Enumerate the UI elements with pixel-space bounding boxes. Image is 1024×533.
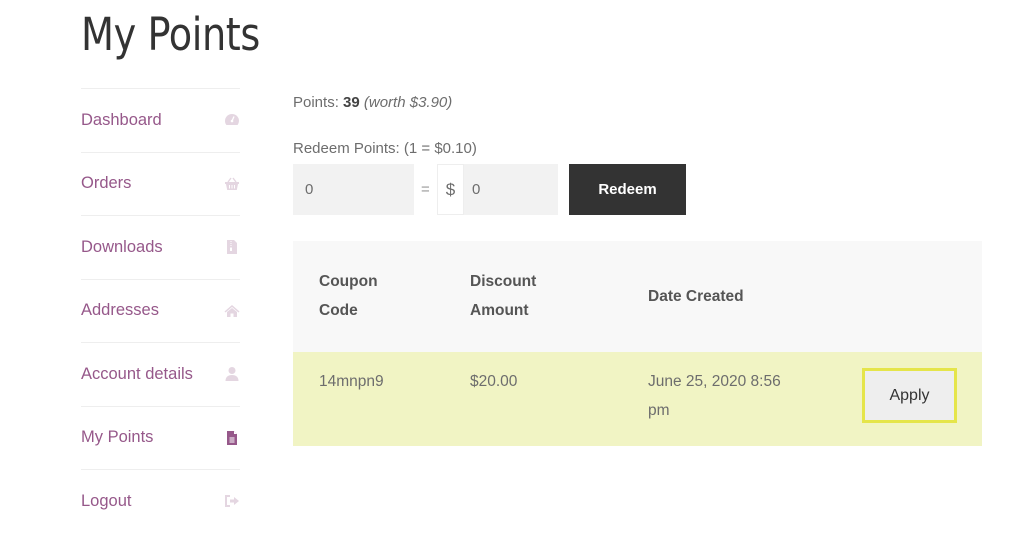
table-row: 14mnpn9 $20.00 June 25, 2020 8:56 pm App…: [293, 352, 982, 446]
redeem-label: Redeem Points: (1 = $0.10): [293, 140, 477, 157]
date-created: June 25, 2020 8:56 pm: [648, 367, 781, 425]
header-discount-amount: Discount Amount: [470, 267, 536, 325]
currency-symbol: $: [437, 164, 464, 215]
date-line: pm: [648, 402, 670, 419]
apply-coupon-button[interactable]: Apply: [862, 368, 957, 423]
redeem-amount-input[interactable]: [464, 164, 558, 215]
page-title: My Points: [81, 8, 260, 61]
nav-label: Addresses: [81, 301, 159, 320]
nav-label: Downloads: [81, 237, 163, 256]
nav-item-orders[interactable]: Orders: [81, 151, 240, 216]
header-line: Code: [319, 302, 358, 319]
redeem-button[interactable]: Redeem: [569, 164, 686, 215]
points-label: Points:: [293, 94, 339, 111]
nav-label: My Points: [81, 428, 154, 447]
points-worth: (worth $3.90): [363, 94, 453, 111]
nav-item-dashboard[interactable]: Dashboard: [81, 88, 240, 152]
coupon-code: 14mnpn9: [319, 373, 384, 390]
nav-label: Logout: [81, 491, 132, 510]
equals-sign: =: [421, 181, 430, 198]
user-icon: [224, 366, 240, 382]
points-balance: Points: 39 (worth $3.90): [293, 94, 452, 111]
nav-label: Orders: [81, 174, 132, 193]
sign-out-icon: [224, 493, 240, 509]
nav-item-downloads[interactable]: Downloads: [81, 215, 240, 279]
coupons-table: Coupon Code Discount Amount Date Created…: [293, 241, 982, 446]
file-text-icon: [224, 430, 240, 446]
home-icon: [224, 303, 240, 319]
header-date-created: Date Created: [648, 288, 744, 305]
header-line: Discount: [470, 273, 537, 290]
header-line: Amount: [470, 302, 529, 319]
table-header: Coupon Code Discount Amount Date Created: [293, 241, 982, 352]
dashboard-gauge-icon: [224, 112, 240, 128]
nav-item-account-details[interactable]: Account details: [81, 342, 240, 406]
date-line: June 25, 2020 8:56: [648, 373, 781, 390]
nav-label: Dashboard: [81, 110, 162, 129]
header-line: Coupon: [319, 273, 378, 290]
nav-item-addresses[interactable]: Addresses: [81, 278, 240, 343]
basket-icon: [224, 176, 240, 192]
discount-amount: $20.00: [470, 373, 518, 390]
redeem-points-input[interactable]: [293, 164, 414, 215]
account-navigation: Dashboard Orders Downloads Addresses Acc…: [81, 88, 240, 533]
points-value: 39: [343, 94, 360, 111]
nav-item-my-points[interactable]: My Points: [81, 405, 240, 470]
header-coupon-code: Coupon Code: [319, 267, 378, 325]
file-archive-icon: [224, 239, 240, 255]
nav-label: Account details: [81, 364, 193, 383]
